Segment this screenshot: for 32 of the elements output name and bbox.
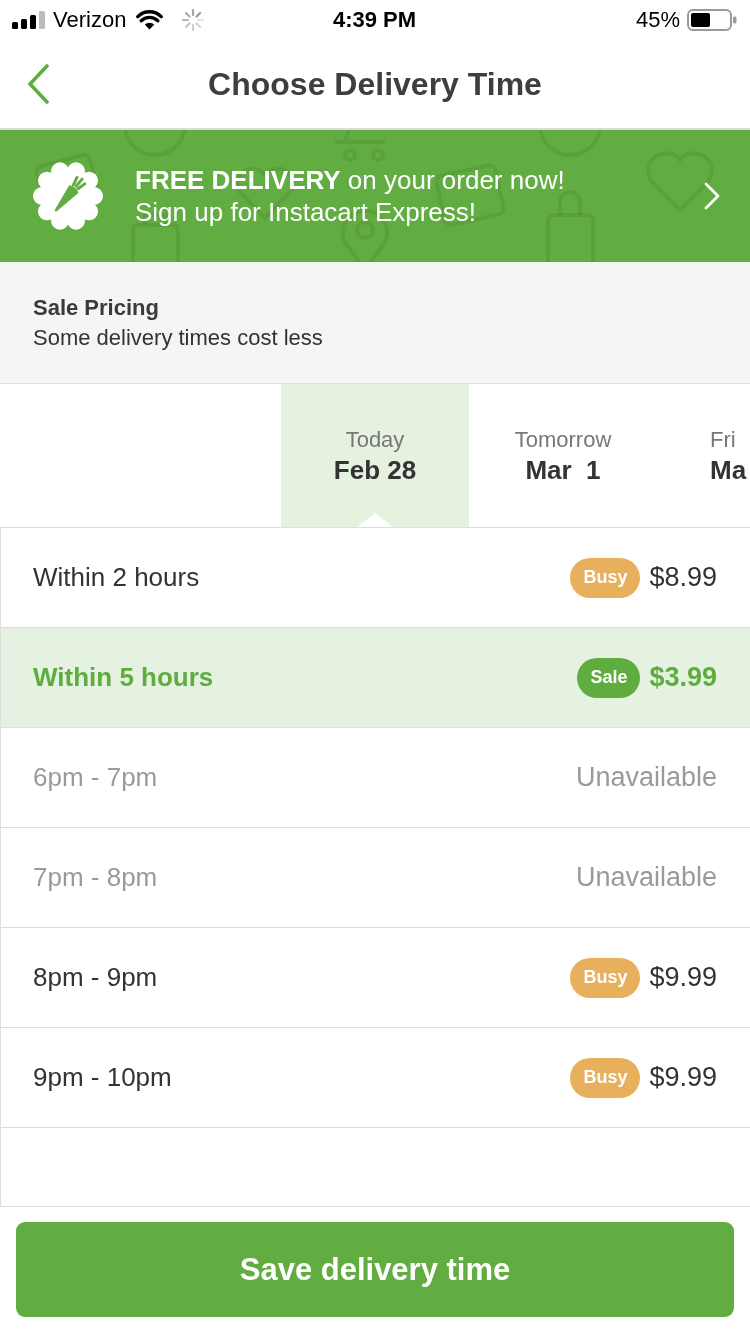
promo-text: FREE DELIVERY on your order now!: [135, 164, 565, 196]
battery-percent: 45%: [635, 7, 680, 33]
notice-text: Some delivery times cost less: [33, 323, 324, 352]
slot-price: $3.99: [649, 662, 717, 693]
slot-price: Unavailable: [575, 762, 717, 793]
wifi-icon: [136, 10, 164, 30]
slot-label: 9pm - 10pm: [33, 1062, 172, 1093]
chevron-right-icon: [704, 182, 720, 210]
status-badge: Sale: [577, 657, 641, 698]
battery-icon: [687, 9, 737, 31]
signal-icon: [12, 11, 46, 29]
status-badge: Busy: [570, 1057, 641, 1098]
promo-text: Sign up for Instacart Express!: [135, 196, 478, 228]
status-badge: Busy: [570, 557, 641, 598]
back-icon[interactable]: [27, 64, 49, 104]
status-badge: Busy: [570, 957, 641, 998]
slot-price: Unavailable: [575, 862, 717, 893]
slot-label: 8pm - 9pm: [33, 962, 158, 993]
page-title: Choose Delivery Time: [208, 65, 542, 103]
slot-label: 7pm - 8pm: [33, 862, 158, 893]
slot-price: $9.99: [649, 1062, 717, 1093]
spinner-icon: [182, 9, 205, 31]
slot-price: $9.99: [649, 962, 717, 993]
slot-label: 6pm - 7pm: [33, 762, 158, 793]
carrot-badge-icon: [32, 160, 104, 232]
slot-price: $8.99: [649, 562, 717, 593]
slot-label: Within 2 hours: [33, 562, 200, 593]
date-tab[interactable]: Today Feb 28: [281, 384, 469, 527]
notice-title: Sale Pricing: [33, 293, 160, 322]
status-time: 4:39 PM: [332, 7, 417, 33]
carrier-name: Verizon: [53, 7, 127, 33]
slot-label: Within 5 hours: [33, 662, 214, 693]
